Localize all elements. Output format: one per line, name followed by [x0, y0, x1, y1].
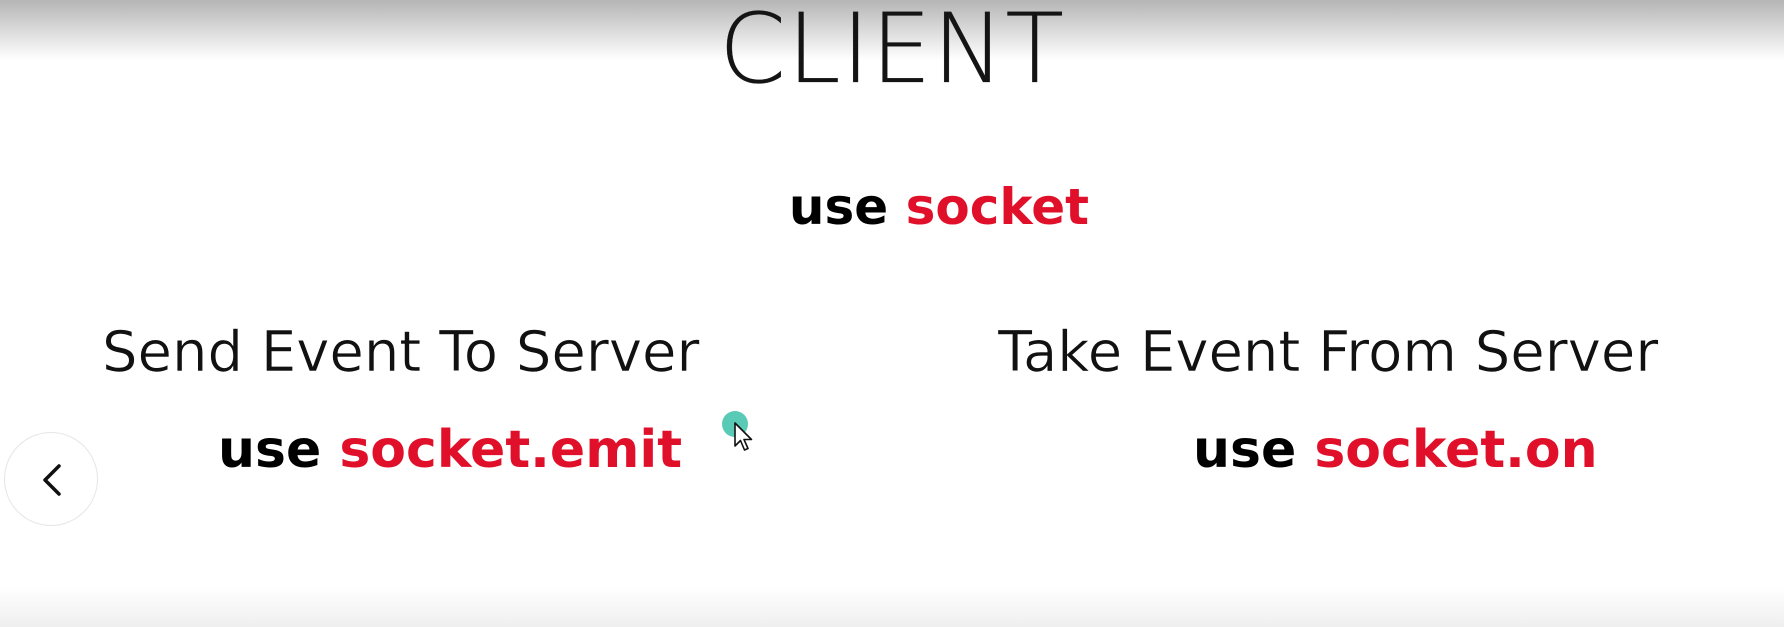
slide-title: CLIENT [719, 0, 1065, 105]
bottom-shade [0, 587, 1784, 627]
mouse-pointer-icon [734, 422, 753, 451]
send-event-heading: Send Event To Server [102, 320, 700, 386]
emit-usage-keyword: use [218, 420, 322, 480]
chevron-left-icon [43, 464, 61, 496]
take-event-heading: Take Event From Server [998, 320, 1659, 386]
on-usage-line: use socket.on [1193, 418, 1598, 482]
center-usage-keyword: use [788, 178, 889, 236]
center-usage-line: use socket [0, 176, 1784, 238]
center-usage-function: socket [905, 178, 1090, 236]
back-button[interactable] [4, 432, 98, 526]
on-usage-function: socket.on [1314, 420, 1598, 480]
on-usage-keyword: use [1193, 420, 1297, 480]
emit-usage-function: socket.emit [339, 420, 683, 480]
emit-usage-line: use socket.emit [218, 418, 682, 482]
